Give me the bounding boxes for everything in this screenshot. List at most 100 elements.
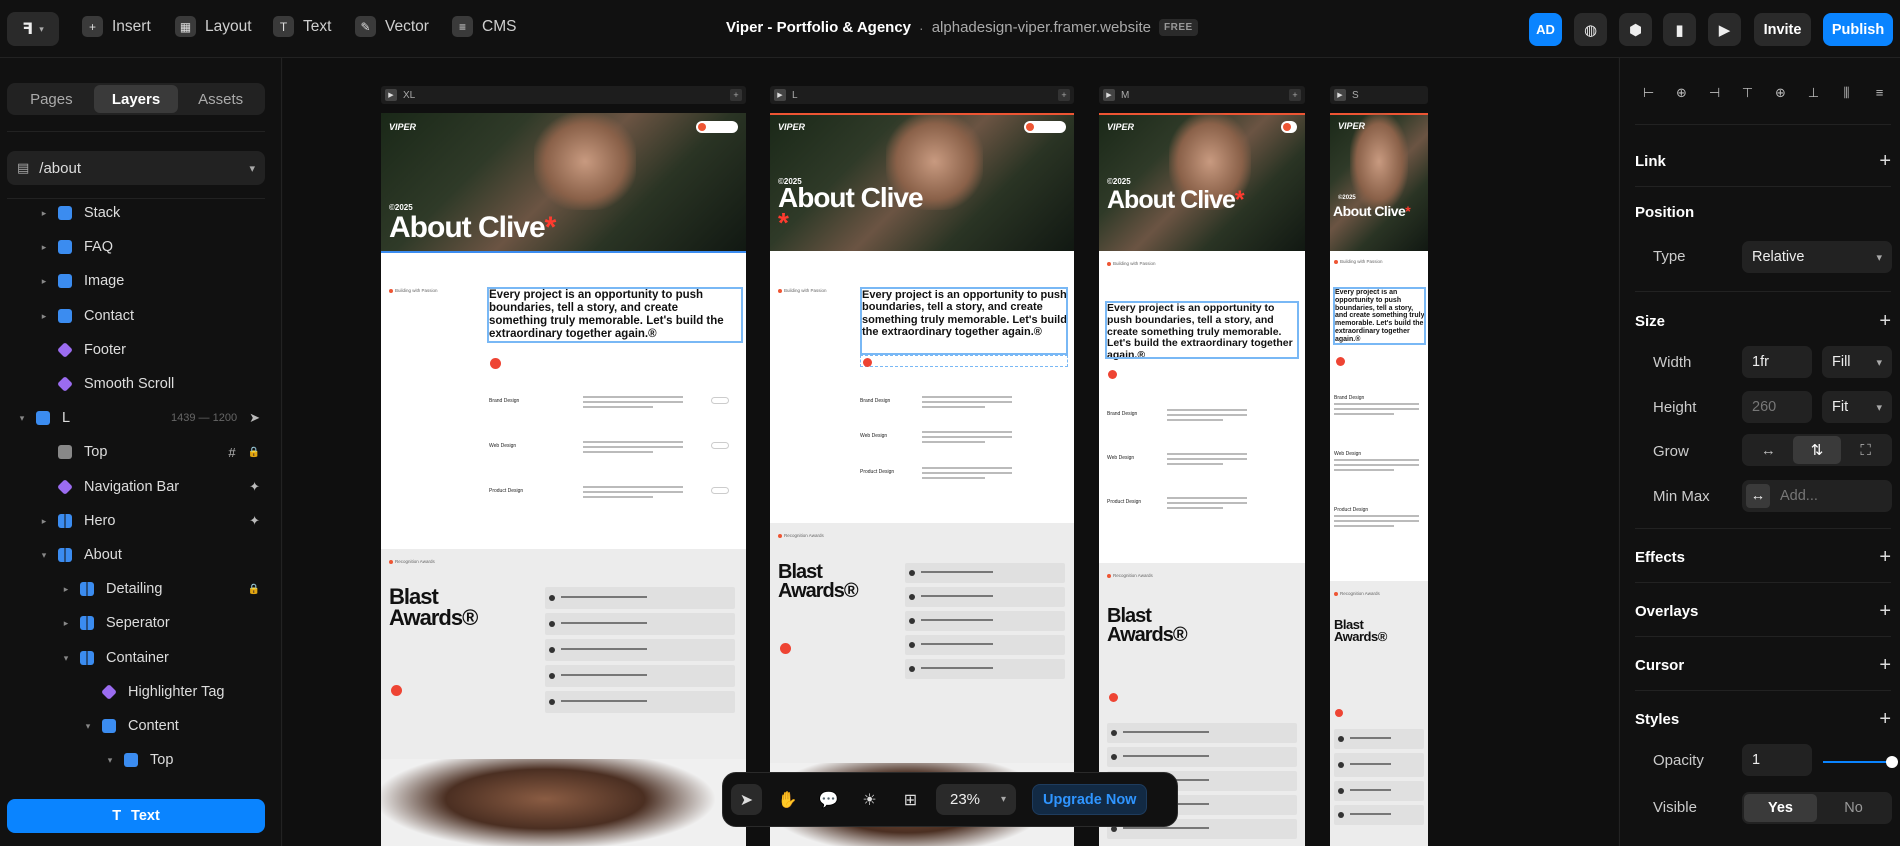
align-right-icon[interactable]: ⊣ — [1706, 85, 1723, 101]
layer-item[interactable]: Navigation Bar ✦ — [0, 473, 282, 501]
layer-item[interactable]: ▸ Stack — [0, 199, 282, 227]
visible-no-option[interactable]: No — [1817, 794, 1890, 822]
align-bottom-icon[interactable]: ⊥ — [1805, 85, 1822, 101]
project-title-area[interactable]: Viper - Portfolio & Agency · alphadesign… — [726, 19, 1198, 36]
chevron-down-icon[interactable]: ▾ — [82, 721, 94, 732]
play-icon[interactable]: ▶ — [1708, 13, 1741, 46]
frame-xl[interactable]: VIPER ©2025 About Clive* Building with P… — [381, 113, 746, 846]
minmax-field[interactable]: ↔ Add... — [1742, 480, 1892, 512]
grow-fixed-icon[interactable]: ⛶ — [1841, 436, 1890, 464]
chevron-right-icon[interactable]: ▸ — [38, 276, 50, 287]
vector-button[interactable]: ✎ Vector — [355, 16, 429, 37]
cursor-section-header[interactable]: Cursor + — [1635, 654, 1891, 677]
add-effect-icon[interactable]: + — [1879, 546, 1891, 569]
width-input[interactable]: 1fr — [1742, 346, 1812, 378]
layout-button[interactable]: ▦ Layout — [175, 16, 252, 37]
grow-horizontal-icon[interactable]: ↔ — [1744, 436, 1793, 464]
chevron-right-icon[interactable]: ▸ — [38, 516, 50, 527]
layer-item[interactable]: ▸ Seperator — [0, 609, 282, 637]
add-style-icon[interactable]: + — [1879, 708, 1891, 731]
sparkle-icon[interactable]: ✦ — [249, 513, 260, 529]
chevron-right-icon[interactable]: ▸ — [60, 584, 72, 595]
layer-item[interactable]: ▾ L 1439 — 1200 ➤ — [0, 404, 282, 432]
insert-button[interactable]: + Insert — [82, 16, 151, 37]
hero-section[interactable]: VIPER ©2025 About Clive* — [381, 113, 746, 253]
pointer-tool-icon[interactable]: ➤ — [731, 784, 762, 815]
layer-item[interactable]: Footer — [0, 336, 282, 364]
effects-section-header[interactable]: Effects + — [1635, 546, 1891, 569]
plus-icon[interactable]: + — [1058, 89, 1070, 101]
frame-s[interactable]: VIPER ©2025 About Clive* Building with P… — [1330, 113, 1428, 846]
hand-tool-icon[interactable]: ✋ — [772, 784, 803, 815]
globe-icon[interactable]: ◍ — [1574, 13, 1607, 46]
analytics-icon[interactable]: ▮ — [1663, 13, 1696, 46]
components-icon[interactable]: ⊞ — [895, 784, 926, 815]
layer-item[interactable]: ▾ Top — [0, 746, 282, 774]
visible-yes-option[interactable]: Yes — [1744, 794, 1817, 822]
publish-button[interactable]: Publish — [1823, 13, 1893, 46]
layer-item[interactable]: ▾ Container — [0, 644, 282, 672]
chevron-down-icon[interactable]: ▾ — [60, 653, 72, 664]
chevron-right-icon[interactable]: ▸ — [38, 242, 50, 253]
grow-vertical-icon[interactable]: ⇅ — [1792, 436, 1842, 464]
align-center-v-icon[interactable]: ⊕ — [1772, 85, 1789, 101]
layer-item[interactable]: Highlighter Tag — [0, 678, 282, 706]
invite-button[interactable]: Invite — [1754, 13, 1811, 46]
align-top-icon[interactable]: ⊤ — [1739, 85, 1756, 101]
comment-tool-icon[interactable]: 💬 — [813, 784, 844, 815]
layer-item[interactable]: Top # 🔒 — [0, 438, 282, 466]
link-section-header[interactable]: Link + — [1635, 150, 1891, 173]
breakpoint-label-l[interactable]: ▶ L + — [770, 86, 1074, 104]
align-left-icon[interactable]: ⊢ — [1640, 85, 1657, 101]
chevron-right-icon[interactable]: ▸ — [38, 208, 50, 219]
tab-layers[interactable]: Layers — [93, 85, 179, 113]
add-overlay-icon[interactable]: + — [1879, 600, 1891, 623]
distribute-v-icon[interactable]: ≡ — [1871, 85, 1888, 101]
opacity-slider[interactable] — [1823, 756, 1898, 768]
layer-item[interactable]: ▸ Contact — [0, 302, 282, 330]
frame-l[interactable]: VIPER ©2025 About Clive * Building with P… — [770, 113, 1074, 846]
zoom-select[interactable]: 23% ▾ — [936, 784, 1016, 815]
page-selector[interactable]: ▤ /about ▾ — [7, 151, 265, 185]
layer-item-text-selected[interactable]: T Text — [7, 799, 265, 833]
opacity-input[interactable]: 1 — [1742, 744, 1812, 776]
lock-icon[interactable]: 🔒 — [248, 584, 260, 595]
layer-item[interactable]: ▸ Hero ✦ — [0, 507, 282, 535]
chevron-down-icon[interactable]: ▾ — [104, 755, 116, 766]
tab-assets[interactable]: Assets — [178, 85, 263, 113]
tab-pages[interactable]: Pages — [9, 85, 94, 113]
add-cursor-icon[interactable]: + — [1879, 654, 1891, 677]
plus-icon[interactable]: + — [730, 89, 742, 101]
layer-item[interactable]: ▸ Image — [0, 267, 282, 295]
frame-m[interactable]: VIPER ©2025 About Clive* Building with P… — [1099, 113, 1305, 846]
add-link-icon[interactable]: + — [1879, 150, 1891, 173]
settings-icon[interactable]: ⬢ — [1619, 13, 1652, 46]
layer-item[interactable]: Smooth Scroll — [0, 370, 282, 398]
site-url[interactable]: alphadesign-viper.framer.website — [932, 19, 1151, 36]
layer-item[interactable]: ▾ Content — [0, 712, 282, 740]
canvas[interactable]: ▶ XL + ▶ L + ▶ M + ▶ S VIPER ©2025 About… — [283, 58, 1618, 846]
overlays-section-header[interactable]: Overlays + — [1635, 600, 1891, 623]
size-section-header[interactable]: Size + — [1635, 310, 1891, 333]
hero-section[interactable]: VIPER ©2025 About Clive* — [1330, 113, 1428, 251]
position-type-select[interactable]: Relative ▾ — [1742, 241, 1892, 273]
layer-item[interactable]: ▸ FAQ — [0, 233, 282, 261]
height-input[interactable]: 260 — [1742, 391, 1812, 423]
plus-icon[interactable]: + — [1289, 89, 1301, 101]
chevron-down-icon[interactable]: ▾ — [16, 413, 28, 424]
breakpoint-label-s[interactable]: ▶ S — [1330, 86, 1428, 104]
framer-menu-button[interactable]: ꟻ ▾ — [7, 12, 59, 46]
theme-toggle-icon[interactable]: ☀ — [854, 784, 885, 815]
styles-section-header[interactable]: Styles + — [1635, 708, 1891, 731]
sparkle-icon[interactable]: ✦ — [249, 479, 260, 495]
breakpoint-label-m[interactable]: ▶ M + — [1099, 86, 1305, 104]
layer-item[interactable]: ▾ About — [0, 541, 282, 569]
cms-button[interactable]: ≡ CMS — [452, 16, 516, 37]
hero-section[interactable]: VIPER ©2025 About Clive* — [1099, 113, 1305, 251]
distribute-h-icon[interactable]: ⫼ — [1838, 85, 1855, 101]
breakpoint-label-xl[interactable]: ▶ XL + — [381, 86, 746, 104]
width-mode-select[interactable]: Fill ▾ — [1822, 346, 1892, 378]
align-center-h-icon[interactable]: ⊕ — [1673, 85, 1690, 101]
layer-item[interactable]: ▸ Detailing 🔒 — [0, 575, 282, 603]
add-size-icon[interactable]: + — [1879, 310, 1891, 333]
